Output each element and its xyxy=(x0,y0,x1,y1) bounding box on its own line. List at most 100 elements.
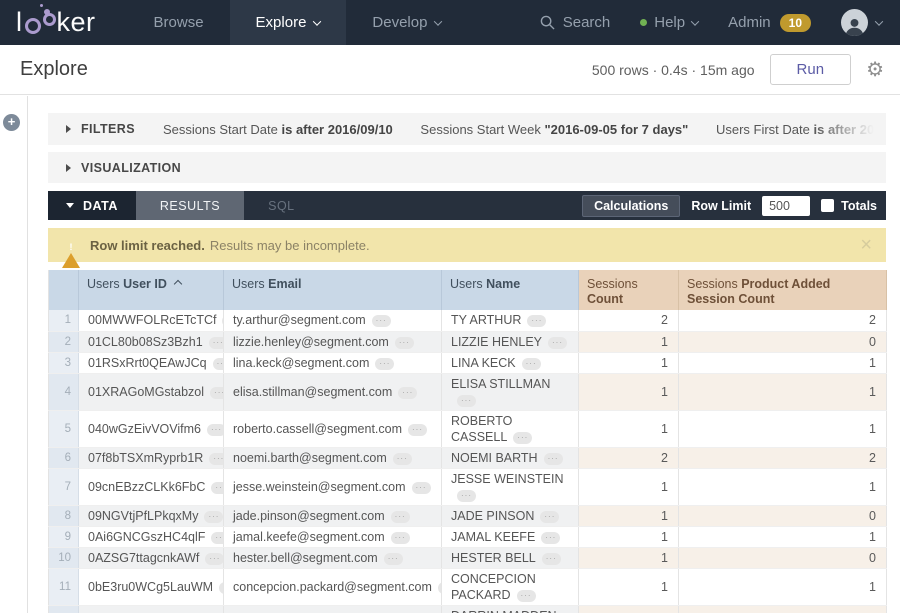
totals-toggle[interactable]: Totals xyxy=(821,199,877,213)
filter-item[interactable]: Sessions Start Week "2016-09-05 for 7 da… xyxy=(420,122,688,137)
column-header-product-added-session-count[interactable]: Sessions Product Added Session Count xyxy=(679,270,887,310)
ellipsis-menu-icon[interactable]: ··· xyxy=(211,532,223,544)
ellipsis-menu-icon[interactable]: ··· xyxy=(513,432,532,444)
cell-sessions-count[interactable]: 1 xyxy=(579,331,679,352)
ellipsis-menu-icon[interactable]: ··· xyxy=(398,387,417,399)
cell-product-added-session-count[interactable]: 0 xyxy=(679,547,887,568)
page-title: Explore xyxy=(20,58,88,81)
cell-product-added-session-count[interactable]: 1 xyxy=(679,605,887,613)
ellipsis-menu-icon[interactable]: ··· xyxy=(375,358,394,370)
run-button[interactable]: Run xyxy=(770,54,852,85)
admin-menu[interactable]: Admin 10 xyxy=(728,14,811,32)
ellipsis-menu-icon[interactable]: ··· xyxy=(211,482,223,494)
cell-sessions-count[interactable]: 2 xyxy=(579,310,679,331)
ellipsis-menu-icon[interactable]: ··· xyxy=(204,511,223,523)
ellipsis-menu-icon[interactable]: ··· xyxy=(210,387,223,399)
cell-email: roberto.cassell@segment.com··· xyxy=(224,410,442,447)
tab-sql[interactable]: SQL xyxy=(244,191,319,220)
row-number: 4 xyxy=(49,373,79,410)
nav-explore[interactable]: Explore xyxy=(230,0,347,45)
cell-sessions-count[interactable]: 1 xyxy=(579,526,679,547)
column-header-user-id[interactable]: Users User ID xyxy=(79,270,224,310)
ellipsis-menu-icon[interactable]: ··· xyxy=(384,553,403,565)
ellipsis-menu-icon[interactable]: ··· xyxy=(412,482,431,494)
cell-user-id: 01XRAGoMGstabzol··· xyxy=(79,373,224,410)
tab-results[interactable]: RESULTS xyxy=(136,191,244,220)
cell-product-added-session-count[interactable]: 1 xyxy=(679,468,887,505)
ellipsis-menu-icon[interactable]: ··· xyxy=(527,315,546,327)
cell-product-added-session-count[interactable]: 1 xyxy=(679,373,887,410)
ellipsis-menu-icon[interactable]: ··· xyxy=(209,337,224,349)
cell-sessions-count[interactable]: 1 xyxy=(579,373,679,410)
cell-product-added-session-count[interactable]: 0 xyxy=(679,331,887,352)
main-nav: Browse Explore Develop xyxy=(128,0,468,45)
filter-item[interactable]: Sessions Start Date is after 2016/09/10 xyxy=(163,122,393,137)
ellipsis-menu-icon[interactable]: ··· xyxy=(457,490,476,502)
row-number: 12 xyxy=(49,605,79,613)
close-icon[interactable]: × xyxy=(860,235,872,255)
cell-email: darrin.madden@segment.com··· xyxy=(224,605,442,613)
cell-sessions-count[interactable]: 2 xyxy=(579,447,679,468)
cell-product-added-session-count[interactable]: 1 xyxy=(679,410,887,447)
ellipsis-menu-icon[interactable]: ··· xyxy=(438,582,442,594)
cell-product-added-session-count[interactable]: 2 xyxy=(679,310,887,331)
chevron-down-icon xyxy=(313,17,321,25)
column-header-email[interactable]: Users Email xyxy=(224,270,442,310)
ellipsis-menu-icon[interactable]: ··· xyxy=(457,395,476,407)
ellipsis-menu-icon[interactable]: ··· xyxy=(219,582,223,594)
ellipsis-menu-icon[interactable]: ··· xyxy=(372,315,391,327)
cell-product-added-session-count[interactable]: 1 xyxy=(679,352,887,373)
nav-develop[interactable]: Develop xyxy=(346,0,467,45)
search-button[interactable]: Search xyxy=(540,14,611,31)
cell-user-id: 0Ai6GNCGszHC4qlF··· xyxy=(79,526,224,547)
ellipsis-menu-icon[interactable]: ··· xyxy=(395,337,414,349)
looker-logo[interactable]: l ker xyxy=(0,0,110,45)
cell-sessions-count[interactable]: 1 xyxy=(579,605,679,613)
add-panel-button[interactable]: + xyxy=(3,114,20,131)
row-number: 7 xyxy=(49,468,79,505)
ellipsis-menu-icon[interactable]: ··· xyxy=(209,453,223,465)
help-menu[interactable]: Help xyxy=(640,14,698,31)
column-header-count[interactable]: Sessions Count xyxy=(579,270,679,310)
ellipsis-menu-icon[interactable]: ··· xyxy=(207,424,223,436)
cell-sessions-count[interactable]: 1 xyxy=(579,352,679,373)
totals-checkbox[interactable] xyxy=(821,199,834,212)
row-limit-input[interactable] xyxy=(762,196,810,216)
nav-browse[interactable]: Browse xyxy=(128,0,230,45)
user-menu[interactable] xyxy=(841,9,882,36)
cell-sessions-count[interactable]: 1 xyxy=(579,547,679,568)
cell-sessions-count[interactable]: 1 xyxy=(579,568,679,605)
ellipsis-menu-icon[interactable]: ··· xyxy=(522,358,541,370)
row-number: 8 xyxy=(49,505,79,526)
cell-product-added-session-count[interactable]: 0 xyxy=(679,505,887,526)
ellipsis-menu-icon[interactable]: ··· xyxy=(548,337,567,349)
ellipsis-menu-icon[interactable]: ··· xyxy=(391,532,410,544)
column-header-name[interactable]: Users Name xyxy=(442,270,579,310)
filters-section[interactable]: FILTERS Sessions Start Date is after 201… xyxy=(48,113,886,145)
logo-bubble-icon xyxy=(44,9,50,15)
sort-ascending-icon xyxy=(174,280,182,288)
ellipsis-menu-icon[interactable]: ··· xyxy=(544,453,563,465)
ellipsis-menu-icon[interactable]: ··· xyxy=(542,553,561,565)
ellipsis-menu-icon[interactable]: ··· xyxy=(540,511,559,523)
cell-sessions-count[interactable]: 1 xyxy=(579,410,679,447)
ellipsis-menu-icon[interactable]: ··· xyxy=(205,553,223,565)
ellipsis-menu-icon[interactable]: ··· xyxy=(408,424,427,436)
ellipsis-menu-icon[interactable]: ··· xyxy=(391,511,410,523)
filter-item[interactable]: Users First Date is after 2016/09/10 xyxy=(716,122,886,137)
cell-sessions-count[interactable]: 1 xyxy=(579,505,679,526)
results-table: Users User IDUsers EmailUsers NameSessio… xyxy=(48,270,887,613)
calculations-button[interactable]: Calculations xyxy=(582,195,680,217)
cell-email: noemi.barth@segment.com··· xyxy=(224,447,442,468)
cell-sessions-count[interactable]: 1 xyxy=(579,468,679,505)
visualization-section[interactable]: VISUALIZATION xyxy=(48,152,886,183)
ellipsis-menu-icon[interactable]: ··· xyxy=(541,532,560,544)
cell-product-added-session-count[interactable]: 2 xyxy=(679,447,887,468)
gear-icon[interactable]: ⚙ xyxy=(866,60,884,80)
cell-product-added-session-count[interactable]: 1 xyxy=(679,526,887,547)
ellipsis-menu-icon[interactable]: ··· xyxy=(517,590,536,602)
cell-product-added-session-count[interactable]: 1 xyxy=(679,568,887,605)
ellipsis-menu-icon[interactable]: ··· xyxy=(213,358,224,370)
data-section-toggle[interactable]: DATA xyxy=(48,191,136,220)
ellipsis-menu-icon[interactable]: ··· xyxy=(393,453,412,465)
